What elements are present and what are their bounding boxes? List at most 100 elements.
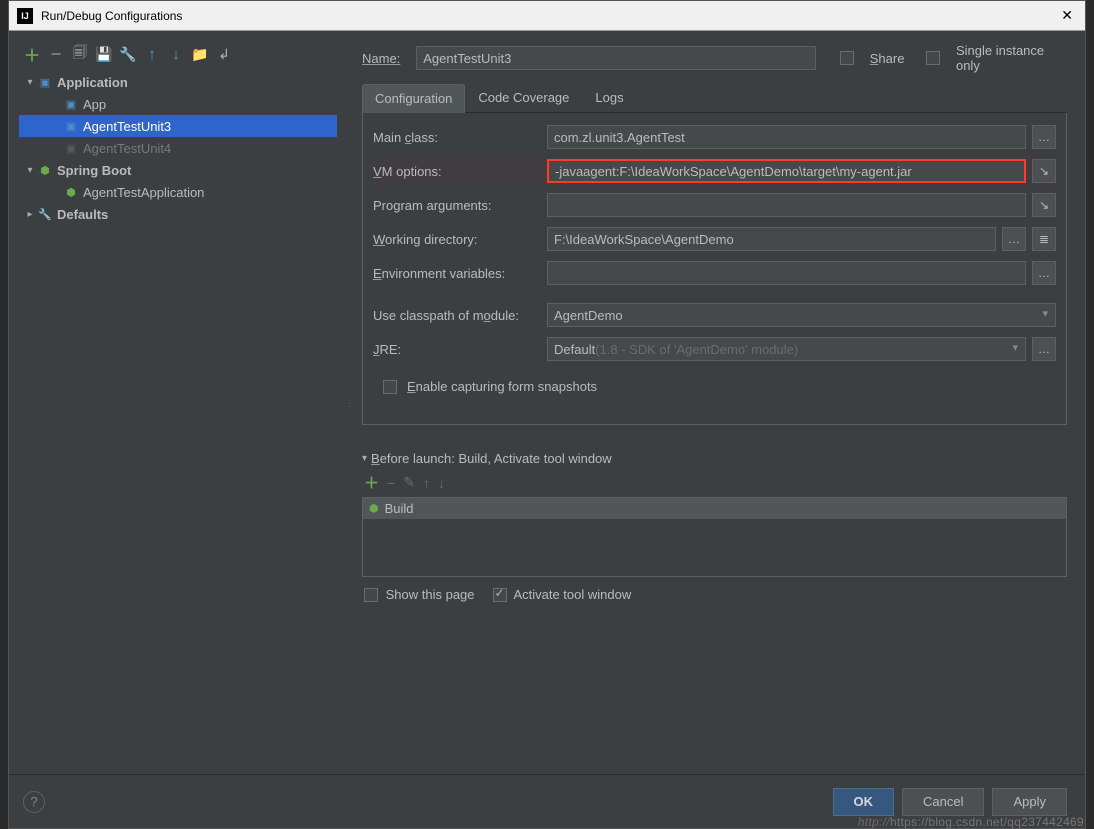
classpath-select[interactable]: AgentDemo (547, 303, 1056, 327)
jre-select[interactable]: Default (1.8 - SDK of 'AgentDemo' module… (547, 337, 1026, 361)
run-debug-dialog: IJ Run/Debug Configurations ✕ ＋ − 🗐 💾 🔧 … (8, 0, 1086, 829)
application-icon: ▣ (63, 96, 79, 112)
list-workdir-button[interactable]: ≣ (1032, 227, 1056, 251)
folder-icon[interactable]: 📁 (191, 45, 209, 63)
program-args-input[interactable] (547, 193, 1026, 217)
share-label: Share (870, 51, 905, 66)
row-main-class: Main class: … (373, 125, 1056, 149)
show-this-page-label: Show this page (386, 587, 475, 602)
add-icon[interactable]: ＋ (364, 472, 379, 493)
application-icon: ▣ (63, 140, 79, 156)
row-env-vars: Environment variables: … (373, 261, 1056, 285)
vm-options-input[interactable] (547, 159, 1026, 183)
jre-hint: (1.8 - SDK of 'AgentDemo' module) (595, 342, 798, 357)
main-class-label: Main class: (373, 130, 541, 145)
edit-icon[interactable]: ✎ (403, 474, 415, 491)
columns: ＋ − 🗐 💾 🔧 ↑ ↓ 📁 ↲ ▾ ▣ Application (19, 43, 1067, 764)
right-header: Name: Share Single instance only (362, 43, 1067, 83)
program-args-label: Program arguments: (373, 198, 541, 213)
remove-icon[interactable]: − (387, 475, 395, 491)
collapse-icon[interactable]: ↲ (215, 45, 233, 63)
expand-vm-button[interactable]: ↘ (1032, 159, 1056, 183)
move-up-icon[interactable]: ↑ (423, 475, 430, 491)
wrench-icon[interactable]: 🔧 (119, 45, 137, 63)
show-this-page-checkbox[interactable] (364, 588, 378, 602)
tree-item-agenttestunit4[interactable]: ▣ AgentTestUnit4 (19, 137, 337, 159)
activate-tool-window-checkbox[interactable] (493, 588, 507, 602)
apply-button[interactable]: Apply (992, 788, 1067, 816)
before-launch-header[interactable]: ▾ Before launch: Build, Activate tool wi… (362, 451, 1067, 466)
enable-capture-checkbox[interactable] (383, 380, 397, 394)
row-classpath: Use classpath of module: AgentDemo (373, 303, 1056, 327)
before-launch-toolbar: ＋ − ✎ ↑ ↓ (362, 466, 1067, 497)
build-icon: ⬢ (369, 502, 379, 515)
tree-group-defaults[interactable]: ▸ 🔧 Defaults (19, 203, 337, 225)
share-checkbox[interactable] (840, 51, 854, 65)
config-tabs: Configuration Code Coverage Logs (362, 83, 1067, 113)
springboot-icon: ⬢ (37, 162, 53, 178)
tree-group-application[interactable]: ▾ ▣ Application (19, 71, 337, 93)
before-launch-item-build[interactable]: ⬢ Build (363, 498, 1066, 519)
tab-logs[interactable]: Logs (582, 83, 636, 112)
app-logo-icon: IJ (17, 8, 33, 24)
tree-group-springboot[interactable]: ▾ ⬢ Spring Boot (19, 159, 337, 181)
row-program-args: Program arguments: ↘ (373, 193, 1056, 217)
drag-handle[interactable]: ⋮ (347, 43, 352, 764)
env-vars-input[interactable] (547, 261, 1026, 285)
tree-label: AgentTestApplication (83, 185, 204, 200)
titlebar: IJ Run/Debug Configurations ✕ (9, 1, 1085, 31)
before-launch-section: ▾ Before launch: Build, Activate tool wi… (362, 451, 1067, 602)
browse-jre-button[interactable]: … (1032, 337, 1056, 361)
row-vm-options: VM options: ↘ (373, 155, 1056, 187)
chevron-right-icon: ▸ (23, 209, 37, 220)
tree-label: Spring Boot (57, 163, 131, 178)
remove-icon[interactable]: − (47, 45, 65, 63)
single-instance-checkbox[interactable] (926, 51, 940, 65)
move-down-icon[interactable]: ↓ (438, 475, 445, 491)
cancel-button[interactable]: Cancel (902, 788, 984, 816)
enable-capture-label: Enable capturing form snapshots (407, 379, 597, 394)
row-working-dir: Working directory: … ≣ (373, 227, 1056, 251)
tree-label: Application (57, 75, 128, 90)
move-down-icon[interactable]: ↓ (167, 45, 185, 63)
copy-icon[interactable]: 🗐 (71, 45, 89, 63)
right-panel: Name: Share Single instance only Configu… (362, 43, 1067, 764)
chevron-down-icon: ▾ (23, 165, 37, 176)
working-dir-label: Working directory: (373, 232, 541, 247)
single-instance-label: Single instance only (956, 43, 1067, 73)
tree-label: App (83, 97, 106, 112)
application-icon: ▣ (37, 74, 53, 90)
tree-item-app[interactable]: ▣ App (19, 93, 337, 115)
tree-label: Defaults (57, 207, 108, 222)
tree-item-agenttestunit3[interactable]: ▣ AgentTestUnit3 (19, 115, 337, 137)
move-up-icon[interactable]: ↑ (143, 45, 161, 63)
wrench-icon: 🔧 (37, 206, 53, 222)
sidebar: ＋ − 🗐 💾 🔧 ↑ ↓ 📁 ↲ ▾ ▣ Application (19, 43, 337, 764)
main-class-input[interactable] (547, 125, 1026, 149)
save-icon[interactable]: 💾 (95, 45, 113, 63)
dialog-footer: ? OK Cancel Apply (9, 774, 1085, 828)
tree-item-agenttestapplication[interactable]: ⬢ AgentTestApplication (19, 181, 337, 203)
browse-workdir-button[interactable]: … (1002, 227, 1026, 251)
before-launch-checks: Show this page Activate tool window (362, 577, 1067, 602)
tab-code-coverage[interactable]: Code Coverage (465, 83, 582, 112)
before-launch-item-label: Build (385, 501, 414, 516)
name-input[interactable] (416, 46, 816, 70)
expand-args-button[interactable]: ↘ (1032, 193, 1056, 217)
tree-label: AgentTestUnit4 (83, 141, 171, 156)
sidebar-toolbar: ＋ − 🗐 💾 🔧 ↑ ↓ 📁 ↲ (19, 43, 337, 71)
working-dir-input[interactable] (547, 227, 996, 251)
row-jre: JRE: Default (1.8 - SDK of 'AgentDemo' m… (373, 337, 1056, 361)
add-icon[interactable]: ＋ (23, 45, 41, 63)
application-icon: ▣ (63, 118, 79, 134)
ok-button[interactable]: OK (833, 788, 895, 816)
help-button[interactable]: ? (23, 791, 45, 813)
tree-label: AgentTestUnit3 (83, 119, 171, 134)
close-icon[interactable]: ✕ (1057, 7, 1077, 24)
browse-main-class-button[interactable]: … (1032, 125, 1056, 149)
configuration-panel: Main class: … VM options: ↘ Program argu… (362, 113, 1067, 425)
jre-value: Default (554, 342, 595, 357)
chevron-down-icon: ▾ (362, 453, 367, 464)
browse-env-button[interactable]: … (1032, 261, 1056, 285)
tab-configuration[interactable]: Configuration (362, 84, 465, 113)
